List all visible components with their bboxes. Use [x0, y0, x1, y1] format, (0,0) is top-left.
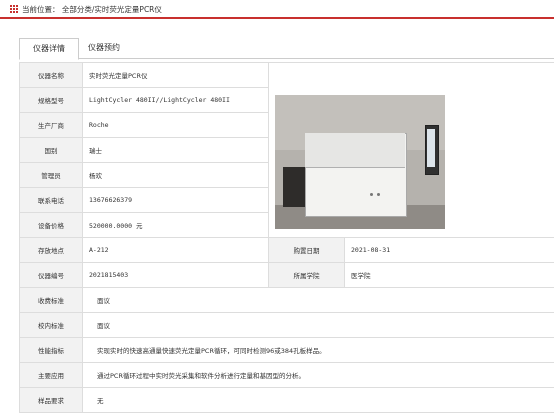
instrument-image-cell	[268, 62, 554, 238]
top-bar: 当前位置： 全部分类/实时荧光定量PCR仪	[0, 0, 554, 19]
college-label: 所属学院	[268, 262, 345, 288]
location-value: A-212	[82, 237, 269, 263]
internal-standard-value: 面议	[82, 312, 554, 338]
table-row: 性能指标 实现实时的快速高通量快速荧光定量PCR循环，可同时检测96或384孔板…	[19, 337, 554, 363]
purchase-date-label: 购置日期	[268, 237, 345, 263]
maker-label: 生产厂商	[19, 112, 83, 138]
internal-standard-label: 校内标准	[19, 312, 83, 338]
table-row: 收费标准 面议	[19, 287, 554, 313]
country-value: 瑞士	[82, 137, 269, 163]
college-value: 医学院	[344, 262, 554, 288]
price-value: 520000.0000 元	[82, 212, 269, 238]
tab-booking[interactable]: 仪器预约	[81, 38, 127, 58]
application-value: 通过PCR循环过程中实时荧光采集和软件分析进行定量和基因型的分析。	[82, 362, 554, 388]
number-value: 2021815403	[82, 262, 269, 288]
application-label: 主要应用	[19, 362, 83, 388]
maker-value: Roche	[82, 112, 269, 138]
location-label: 存放地点	[19, 237, 83, 263]
table-row: 仪器名称 实时荧光定量PCR仪	[19, 62, 554, 238]
price-label: 设备价格	[19, 212, 83, 238]
model-label: 规格型号	[19, 87, 83, 113]
manager-label: 管理员	[19, 162, 83, 188]
table-row: 校内标准 面议	[19, 312, 554, 338]
breadcrumb-path[interactable]: 全部分类/实时荧光定量PCR仪	[62, 5, 162, 14]
model-value: LightCycler 480II//LightCycler 480II	[82, 87, 269, 113]
manager-value: 杨欢	[82, 162, 269, 188]
tab-details[interactable]: 仪器详情	[19, 38, 79, 60]
phone-label: 联系电话	[19, 187, 83, 213]
table-row: 主要应用 通过PCR循环过程中实时荧光采集和软件分析进行定量和基因型的分析。	[19, 362, 554, 388]
performance-value: 实现实时的快速高通量快速荧光定量PCR循环，可同时检测96或384孔板样品。	[82, 337, 554, 363]
number-label: 仪器编号	[19, 262, 83, 288]
name-label: 仪器名称	[19, 62, 83, 88]
table-row: 存放地点 A-212 购置日期 2021-08-31	[19, 237, 554, 263]
country-label: 国别	[19, 137, 83, 163]
breadcrumb: 当前位置： 全部分类/实时荧光定量PCR仪	[22, 4, 162, 15]
breadcrumb-prefix: 当前位置：	[22, 5, 60, 14]
sample-label: 样品要求	[19, 387, 83, 413]
fee-standard-label: 收费标准	[19, 287, 83, 313]
performance-label: 性能指标	[19, 337, 83, 363]
name-value: 实时荧光定量PCR仪	[82, 62, 269, 88]
instrument-photo	[275, 71, 529, 229]
phone-value: 13676626379	[82, 187, 269, 213]
sample-value: 无	[82, 387, 554, 413]
table-row: 样品要求 无	[19, 387, 554, 413]
fee-standard-value: 面议	[82, 287, 554, 313]
grid-icon	[10, 5, 19, 13]
tab-divider	[19, 58, 554, 59]
purchase-date-value: 2021-08-31	[344, 237, 554, 263]
table-row: 仪器编号 2021815403 所属学院 医学院	[19, 262, 554, 288]
instrument-info-table: 仪器名称 实时荧光定量PCR仪 规格型号 LightCycler 480II//…	[19, 62, 554, 413]
